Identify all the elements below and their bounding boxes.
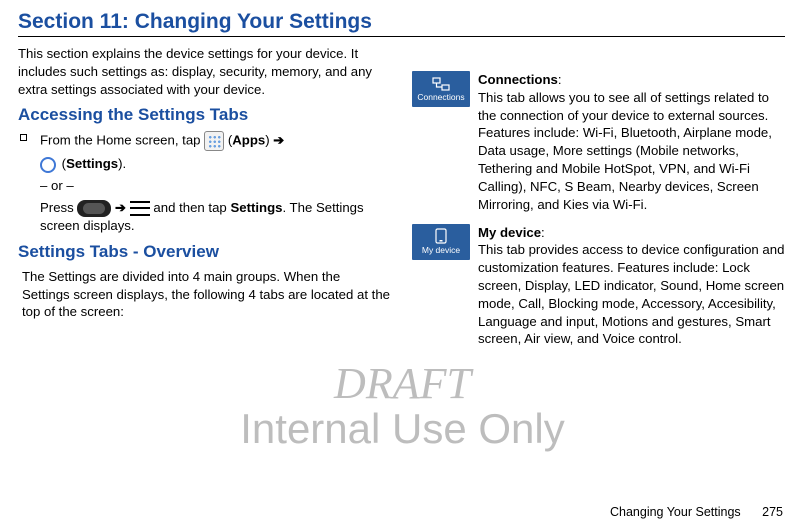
internal-watermark: Internal Use Only bbox=[0, 405, 805, 453]
connections-tab-icon: Connections bbox=[412, 71, 470, 107]
square-bullet-icon bbox=[20, 134, 27, 141]
connections-text: Connections: This tab allows you to see … bbox=[478, 71, 785, 218]
instruction-line-1b: (Settings). bbox=[40, 155, 390, 173]
section-title: Section 11: Changing Your Settings bbox=[18, 10, 785, 34]
connections-lead: Connections: bbox=[478, 71, 785, 89]
mydevice-tab-block: My device My device: This tab provides a… bbox=[412, 224, 785, 353]
overview-body: The Settings are divided into 4 main gro… bbox=[22, 268, 390, 321]
colon: : bbox=[558, 72, 562, 87]
mydevice-tab-icon: My device bbox=[412, 224, 470, 260]
draft-watermark: DRAFT bbox=[0, 358, 805, 409]
settings-label: Settings bbox=[66, 156, 118, 171]
intro-paragraph: This section explains the device setting… bbox=[18, 45, 390, 98]
arrow-icon: ➔ bbox=[111, 200, 129, 215]
home-button-icon bbox=[77, 200, 111, 217]
instruction-block: From the Home screen, tap (Apps) ➔ (Sett… bbox=[40, 131, 390, 234]
menu-icon bbox=[130, 201, 150, 216]
settings-word: Settings bbox=[230, 200, 282, 215]
text: From the Home screen, tap bbox=[40, 133, 204, 148]
connections-name: Connections bbox=[478, 72, 558, 87]
page-number: 275 bbox=[762, 505, 783, 519]
mydevice-text: My device: This tab provides access to d… bbox=[478, 224, 785, 353]
mydevice-name: My device bbox=[478, 225, 541, 240]
mydevice-lead: My device: bbox=[478, 224, 785, 242]
mydevice-desc: This tab provides access to device confi… bbox=[478, 241, 785, 348]
connections-tab-block: Connections Connections: This tab allows… bbox=[412, 71, 785, 218]
mydevice-glyph-icon bbox=[435, 228, 447, 244]
connections-glyph-icon bbox=[432, 77, 450, 91]
apps-label: Apps bbox=[232, 133, 265, 148]
instruction-line-1: From the Home screen, tap (Apps) ➔ bbox=[40, 131, 390, 151]
footer-text: Changing Your Settings bbox=[610, 505, 741, 519]
apps-icon bbox=[204, 131, 224, 151]
arrow-icon: ➔ bbox=[270, 133, 285, 148]
accessing-heading: Accessing the Settings Tabs bbox=[18, 104, 390, 127]
settings-gear-icon bbox=[40, 157, 56, 173]
text: and then tap bbox=[150, 200, 231, 215]
text: Press bbox=[40, 200, 77, 215]
left-column: This section explains the device setting… bbox=[18, 45, 390, 358]
connections-desc: This tab allows you to see all of settin… bbox=[478, 89, 785, 214]
title-rule bbox=[18, 36, 785, 37]
or-separator: – or – bbox=[40, 177, 390, 195]
overview-heading: Settings Tabs - Overview bbox=[18, 241, 390, 264]
right-column: Connections Connections: This tab allows… bbox=[412, 45, 785, 358]
colon: : bbox=[541, 225, 545, 240]
tab-icon-label: My device bbox=[422, 246, 460, 255]
text: . bbox=[123, 156, 127, 171]
instruction-line-2: Press ➔ and then tap Settings. The Setti… bbox=[40, 199, 390, 235]
page-footer: Changing Your Settings 275 bbox=[610, 505, 783, 519]
tab-icon-label: Connections bbox=[417, 93, 464, 102]
